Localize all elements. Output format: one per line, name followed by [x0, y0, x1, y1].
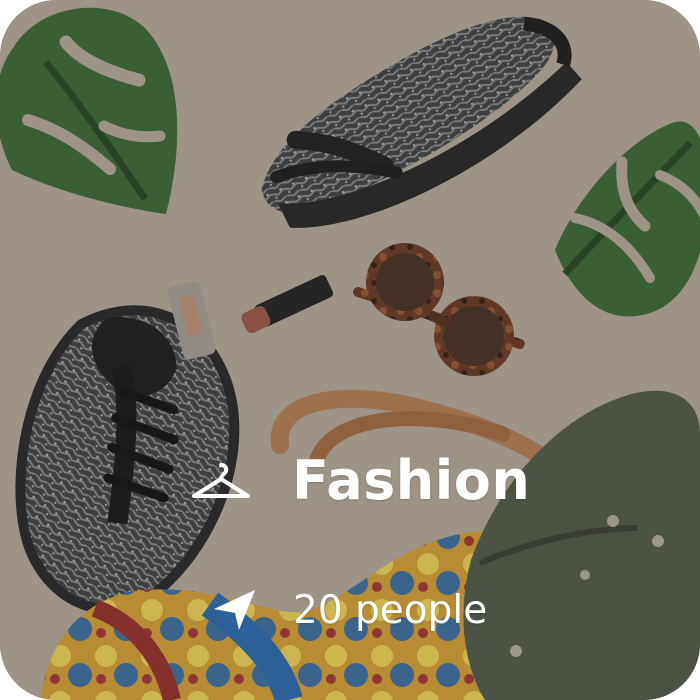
category-label-row[interactable]: Fashion — [190, 446, 530, 516]
send-arrow-icon — [214, 590, 255, 630]
people-count-label: 20 people — [293, 587, 488, 633]
fashion-category-card[interactable]: Fashion 20 people — [0, 0, 700, 700]
hanger-icon — [192, 463, 250, 498]
category-title: Fashion — [292, 449, 531, 512]
people-count-row[interactable]: 20 people — [208, 584, 487, 636]
